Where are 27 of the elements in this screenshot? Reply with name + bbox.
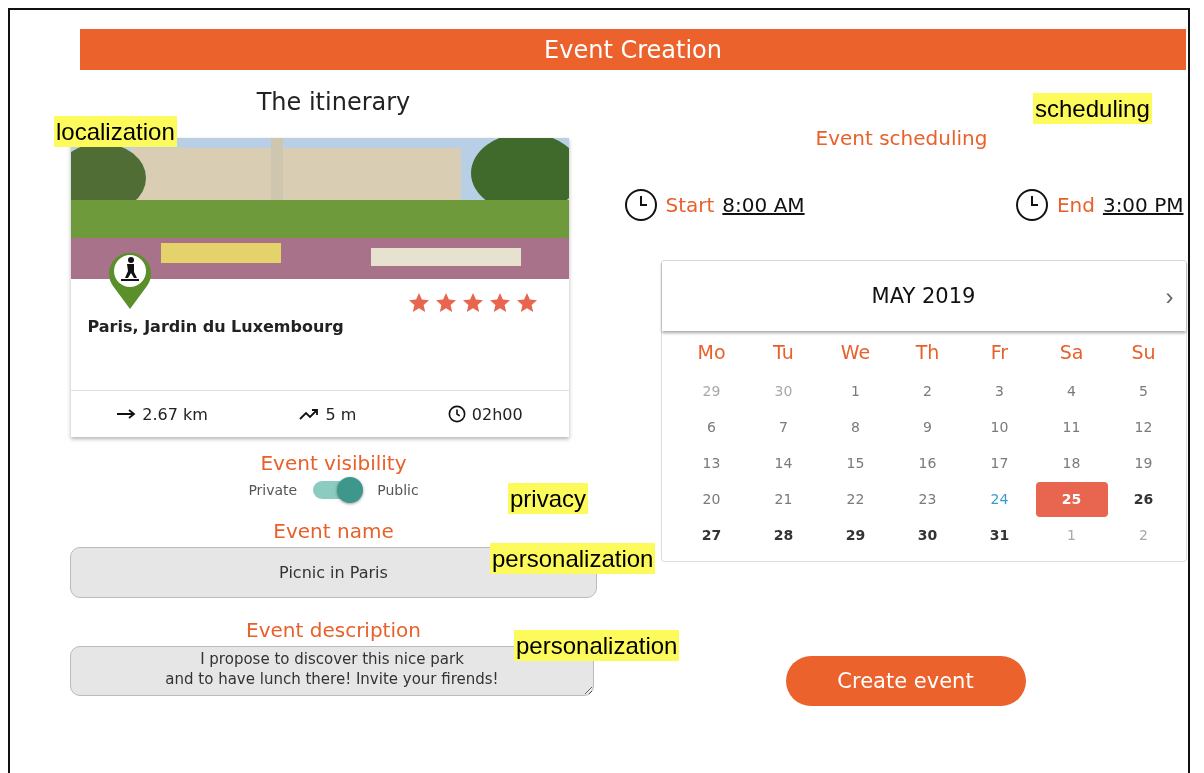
page-title: Event Creation	[544, 35, 722, 64]
weekday-label: Fr	[989, 341, 1010, 365]
start-label: Start	[665, 193, 715, 217]
scheduling-title: Event scheduling	[815, 126, 988, 150]
private-label: Private	[248, 482, 298, 498]
annotation-tooltip: personalization	[490, 543, 656, 574]
weekday-label: Sa	[1058, 341, 1085, 365]
place-name: Paris, Jardin du Luxembourg	[87, 317, 345, 336]
end-label: End	[1056, 193, 1095, 217]
stat-value: 02h00	[471, 404, 523, 424]
weekday-label: Tu	[772, 341, 795, 365]
description-label: Event description	[246, 618, 421, 642]
section-title: The itinerary	[256, 88, 411, 118]
stat-value: 5 m	[325, 404, 357, 424]
name-label: Event name	[273, 519, 394, 543]
annotation-tooltip: localization	[54, 116, 177, 147]
stat-value: 2.67 km	[142, 404, 208, 424]
month-title: MAY 2019	[871, 284, 976, 308]
weekday-label: We	[839, 341, 872, 365]
public-label: Public	[377, 482, 419, 498]
visibility-label: Event visibility	[260, 451, 407, 475]
annotation-tooltip: personalization	[514, 630, 680, 661]
weekday-label: Th	[914, 341, 941, 365]
weekday-label: Mo	[696, 341, 727, 365]
weekday-label: Su	[1130, 341, 1157, 365]
annotation-tooltip: scheduling	[1033, 93, 1152, 124]
annotation-tooltip: privacy	[508, 483, 589, 514]
